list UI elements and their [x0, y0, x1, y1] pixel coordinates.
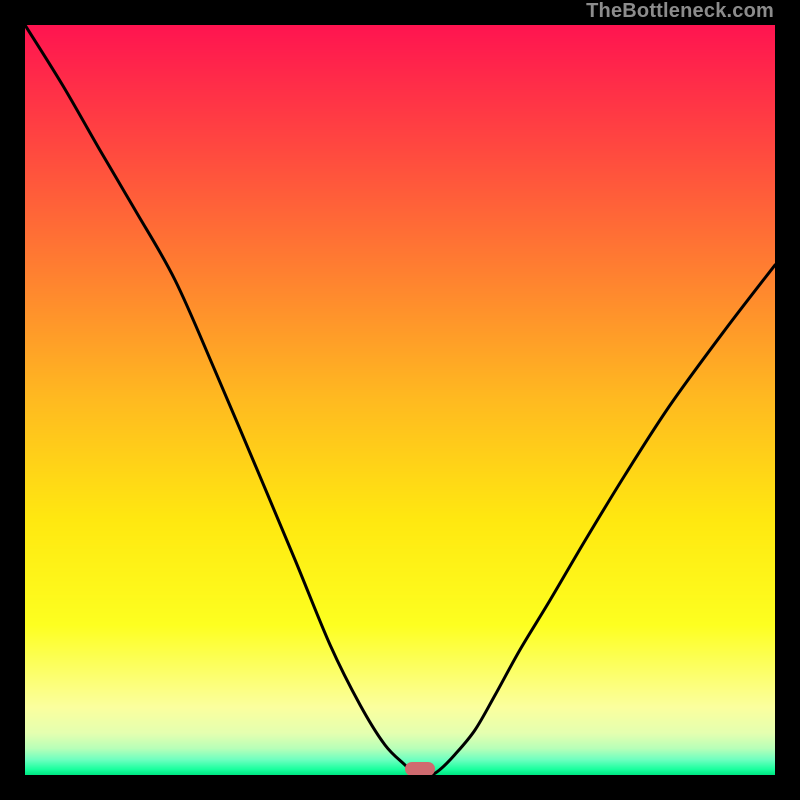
optimum-marker: [405, 762, 435, 775]
chart-frame: TheBottleneck.com: [0, 0, 800, 800]
bottleneck-curve: [25, 25, 775, 775]
plot-area: [25, 25, 775, 775]
curve-layer: [25, 25, 775, 775]
watermark-text: TheBottleneck.com: [586, 0, 774, 23]
